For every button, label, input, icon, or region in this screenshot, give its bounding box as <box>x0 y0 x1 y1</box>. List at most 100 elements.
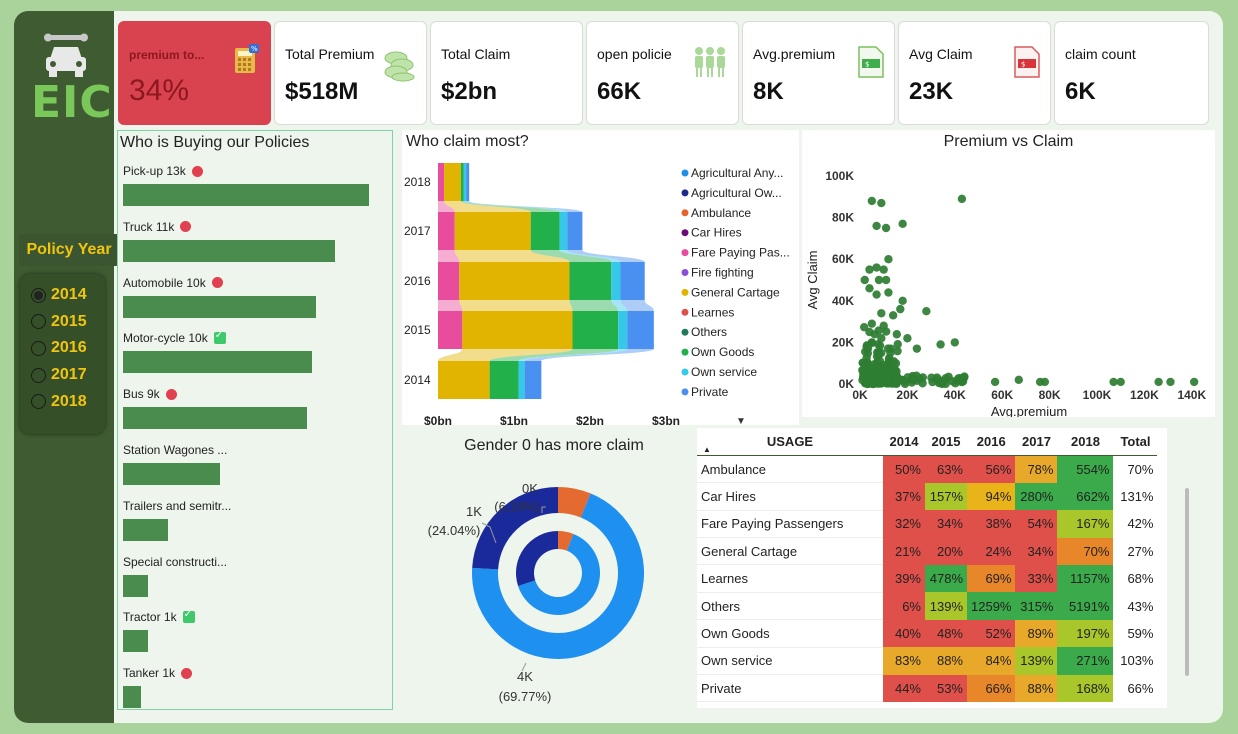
matrix-cell[interactable]: 53% <box>925 674 967 702</box>
matrix-cell[interactable]: 70% <box>1057 537 1114 565</box>
scatter-point[interactable] <box>872 263 881 272</box>
scatter-point[interactable] <box>877 198 886 208</box>
matrix-cell[interactable]: 280% <box>1015 482 1058 511</box>
matrix-cell[interactable]: 38% <box>967 510 1016 538</box>
matrix-cell[interactable]: 50% <box>883 455 925 483</box>
legend-item[interactable]: Agricultural Ow... <box>691 186 782 200</box>
legend-item[interactable]: Own Goods <box>691 345 754 359</box>
buyer-row[interactable]: Special constructi... <box>123 555 227 597</box>
year-option-2015[interactable]: 2015 <box>20 309 105 336</box>
matrix-cell[interactable]: 139% <box>925 592 967 620</box>
buyer-bar[interactable] <box>123 518 169 541</box>
scatter-point[interactable] <box>884 353 894 363</box>
scatter-point[interactable] <box>936 340 945 349</box>
ribbon-segment[interactable] <box>438 311 463 349</box>
scatter-point[interactable] <box>884 255 893 264</box>
buyer-row[interactable]: Bus 9k <box>123 387 307 430</box>
scatter-point[interactable] <box>863 344 873 353</box>
matrix-cell[interactable]: 44% <box>883 674 925 702</box>
matrix-row[interactable]: Ambulance 50% 63% 56% 78% 554% 70% <box>697 455 1157 484</box>
buyer-bar[interactable] <box>123 184 369 206</box>
matrix-cell[interactable]: 33% <box>1015 564 1058 593</box>
legend-item[interactable]: Learnes <box>691 305 734 319</box>
year-option-2017[interactable]: 2017 <box>20 362 105 389</box>
scatter-point[interactable] <box>884 288 893 297</box>
matrix-cell[interactable]: 34% <box>925 510 967 538</box>
buyer-row[interactable]: Automobile 10k <box>123 276 316 318</box>
year-option-2016[interactable]: 2016 <box>20 335 105 362</box>
buyer-bar[interactable] <box>123 351 313 374</box>
scatter-point[interactable] <box>879 265 888 274</box>
scatter-point[interactable] <box>875 373 885 383</box>
radio-icon[interactable] <box>31 394 46 410</box>
matrix-cell[interactable]: 139% <box>1015 647 1058 675</box>
scatter-point[interactable] <box>898 219 907 229</box>
matrix-cell[interactable]: 21% <box>883 537 925 565</box>
col-2017-header[interactable]: 2017 <box>1015 428 1057 455</box>
col-2018-header[interactable]: 2018 <box>1057 428 1113 455</box>
scatter-point[interactable] <box>870 330 879 339</box>
legend-item[interactable]: Private <box>691 385 729 399</box>
matrix-cell[interactable]: 52% <box>967 619 1016 648</box>
matrix-row[interactable]: General Cartage 21% 20% 24% 34% 70% 27% <box>697 537 1157 566</box>
ribbon-segment[interactable] <box>518 361 525 399</box>
matrix-cell[interactable]: 1157% <box>1057 564 1114 593</box>
scatter-point[interactable] <box>939 377 948 386</box>
matrix-cell[interactable]: 315% <box>1015 592 1058 620</box>
matrix-cell[interactable]: 34% <box>1015 537 1058 565</box>
scatter-point[interactable] <box>874 351 883 360</box>
matrix-cell[interactable]: 1259% <box>967 592 1016 620</box>
ribbon-segment[interactable] <box>444 163 461 201</box>
legend-scroll-down-icon[interactable]: ▼ <box>736 416 746 425</box>
matrix-cell[interactable]: 20% <box>925 537 967 565</box>
radio-icon[interactable] <box>31 314 46 330</box>
matrix-row[interactable]: Learnes 39% 478% 69% 33% 1157% 68% <box>697 564 1157 593</box>
scatter-point[interactable] <box>950 338 959 347</box>
scatter-point[interactable] <box>877 309 886 318</box>
buyer-row[interactable]: Station Wagones ... <box>123 443 227 485</box>
matrix-cell[interactable]: 662% <box>1057 482 1114 511</box>
radio-icon[interactable] <box>31 340 46 356</box>
matrix-cell[interactable]: 88% <box>925 647 967 675</box>
ribbon-segment[interactable] <box>463 163 467 201</box>
matrix-cell[interactable]: 6% <box>883 592 925 620</box>
ribbon-segment[interactable] <box>572 311 619 349</box>
scatter-point[interactable] <box>882 327 891 336</box>
scatter-point[interactable] <box>867 319 877 328</box>
legend-item[interactable]: Ambulance <box>691 206 751 220</box>
matrix-cell[interactable]: 88% <box>1015 674 1058 702</box>
scatter-point[interactable] <box>872 221 881 231</box>
buyer-row[interactable]: Tanker 1k <box>123 666 193 709</box>
scatter-point[interactable] <box>1014 375 1023 385</box>
matrix-cell[interactable]: 63% <box>925 455 967 483</box>
ribbon-segment[interactable] <box>438 212 455 250</box>
ribbon-segment[interactable] <box>438 361 490 399</box>
scatter-point[interactable] <box>881 275 891 285</box>
year-option-2018[interactable]: 2018 <box>20 388 105 415</box>
matrix-cell[interactable]: 5191% <box>1057 592 1114 620</box>
scatter-point[interactable] <box>907 378 917 387</box>
scatter-point[interactable] <box>867 196 877 206</box>
year-option-2014[interactable]: 2014 <box>20 282 105 309</box>
buyer-row[interactable]: Motor-cycle 10k <box>123 330 313 374</box>
scatter-point[interactable] <box>875 364 885 374</box>
buyer-bar[interactable] <box>123 407 307 430</box>
matrix-cell[interactable]: 48% <box>925 619 967 648</box>
matrix-cell[interactable]: 83% <box>883 647 925 675</box>
matrix-row[interactable]: Car Hires 37% 157% 94% 280% 662% 131% <box>697 482 1157 511</box>
buyer-row[interactable]: Trailers and semitr... <box>123 499 231 541</box>
matrix-cell[interactable]: 84% <box>967 647 1016 675</box>
scatter-point[interactable] <box>865 284 874 293</box>
scatter-point[interactable] <box>893 340 902 349</box>
ribbon-segment[interactable] <box>462 311 573 349</box>
radio-icon[interactable] <box>31 367 46 383</box>
matrix-cell[interactable]: 167% <box>1057 510 1114 538</box>
ribbon-segment[interactable] <box>438 262 460 300</box>
matrix-cell[interactable]: 66% <box>967 674 1016 702</box>
matrix-cell[interactable]: 168% <box>1057 674 1114 702</box>
ribbon-segment[interactable] <box>611 262 621 300</box>
scatter-point[interactable] <box>888 311 898 320</box>
matrix-cell[interactable]: 69% <box>967 564 1016 593</box>
sort-desc-icon[interactable]: ▲ <box>703 445 711 454</box>
buyer-bar[interactable] <box>123 686 141 709</box>
